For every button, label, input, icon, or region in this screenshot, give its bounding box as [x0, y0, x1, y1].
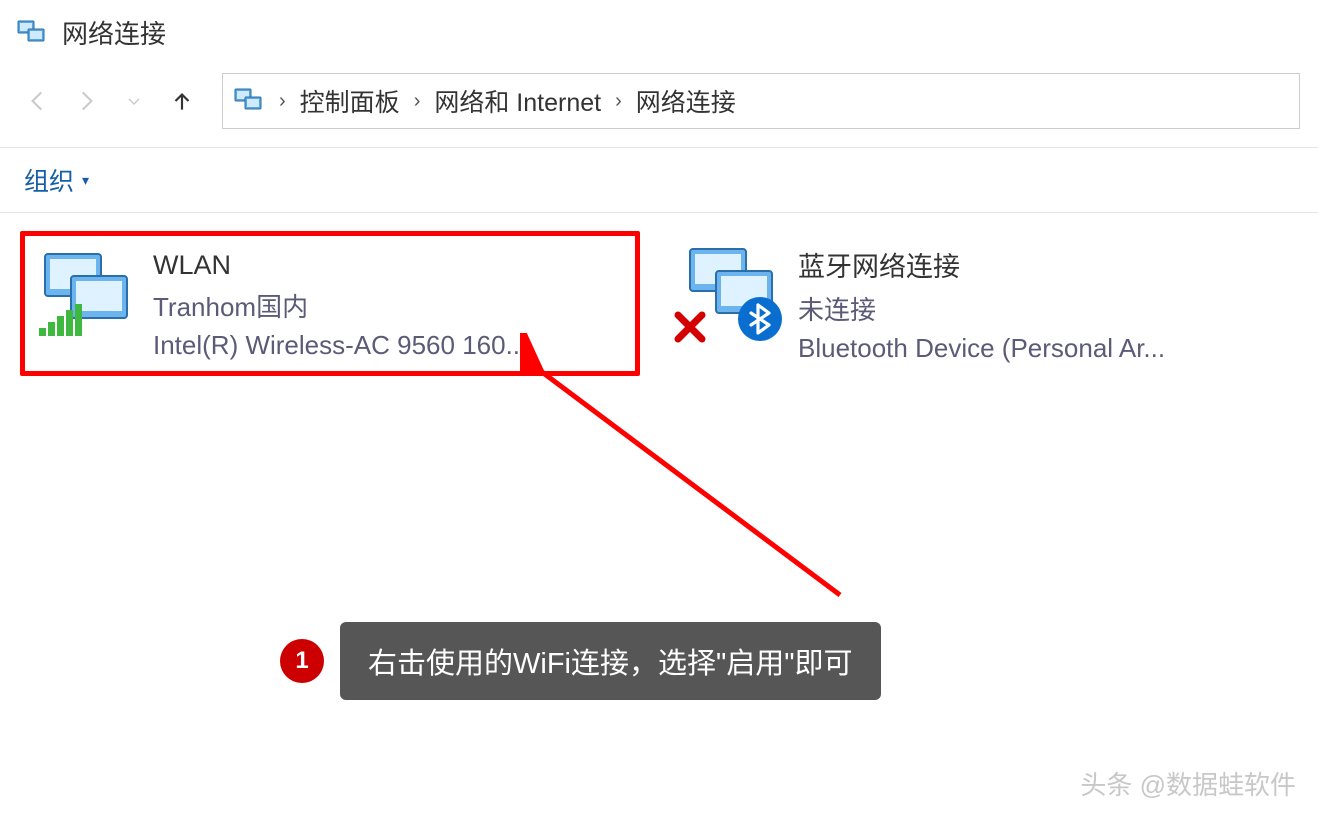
- step-badge: 1: [280, 639, 324, 683]
- back-button[interactable]: [18, 81, 58, 121]
- connection-title: WLAN: [153, 250, 527, 281]
- window-titlebar: 网络连接: [0, 0, 1318, 65]
- network-connections-icon: [16, 19, 48, 47]
- navigation-bar: › 控制面板 › 网络和 Internet › 网络连接: [0, 65, 1318, 147]
- annotation-tooltip: 1 右击使用的WiFi连接，选择"启用"即可: [280, 622, 881, 700]
- organize-label: 组织: [24, 162, 74, 198]
- connection-status: 未连接: [798, 290, 1165, 327]
- chevron-right-icon: ›: [279, 90, 286, 113]
- chevron-down-icon: ▾: [82, 172, 89, 189]
- watermark: 头条 @数据蛙软件: [1080, 765, 1296, 802]
- connection-status: Tranhom国内: [153, 287, 527, 324]
- tooltip-text: 右击使用的WiFi连接，选择"启用"即可: [340, 622, 881, 700]
- network-connections-icon: [233, 87, 265, 115]
- up-button[interactable]: [162, 81, 202, 121]
- address-bar[interactable]: › 控制面板 › 网络和 Internet › 网络连接: [222, 73, 1300, 129]
- chevron-right-icon: ›: [414, 90, 421, 113]
- content-area: WLAN Tranhom国内 Intel(R) Wireless-AC 9560…: [0, 213, 1318, 394]
- recent-dropdown[interactable]: [114, 81, 154, 121]
- annotation-arrow: [520, 333, 920, 618]
- breadcrumb-control-panel[interactable]: 控制面板: [300, 83, 400, 119]
- forward-button[interactable]: [66, 81, 106, 121]
- window-title: 网络连接: [62, 14, 166, 51]
- connection-title: 蓝牙网络连接: [798, 245, 1165, 284]
- organize-button[interactable]: 组织 ▾: [24, 162, 89, 198]
- breadcrumb-network-internet[interactable]: 网络和 Internet: [434, 83, 601, 119]
- connection-device: Intel(R) Wireless-AC 9560 160...: [153, 330, 527, 361]
- chevron-right-icon: ›: [615, 90, 622, 113]
- bluetooth-adapter-icon: [682, 241, 778, 337]
- wlan-adapter-icon: [37, 246, 133, 342]
- breadcrumb-network-connections[interactable]: 网络连接: [636, 83, 736, 119]
- toolbar: 组织 ▾: [0, 147, 1318, 213]
